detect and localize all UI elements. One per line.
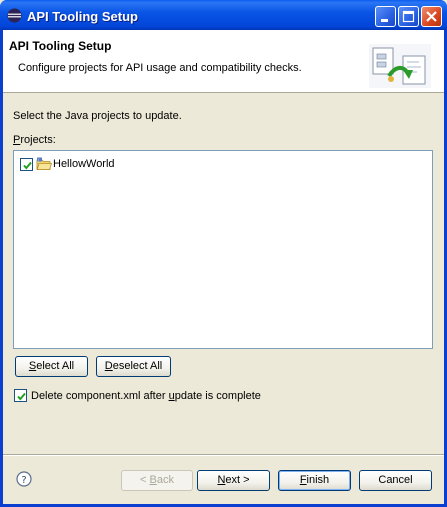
help-icon[interactable]: ? xyxy=(16,471,32,487)
maximize-icon xyxy=(402,10,415,23)
delete-component-label: Delete component.xml after update is com… xyxy=(31,390,261,402)
header-description: Configure projects for API usage and com… xyxy=(18,62,302,74)
eclipse-icon xyxy=(7,8,22,23)
svg-text:?: ? xyxy=(21,475,26,486)
back-mnemonic: B xyxy=(149,474,157,486)
delete-label-start: Delete component.xml after xyxy=(31,389,169,402)
dialog-window: API Tooling Setup API Tooling Setup Conf… xyxy=(0,0,447,507)
finish-button[interactable]: Finish xyxy=(278,470,351,491)
dialog-body: API Tooling Setup Configure projects for… xyxy=(3,30,444,504)
finish-mnemonic: F xyxy=(299,474,307,486)
finish-label: inish xyxy=(306,474,330,486)
projects-list[interactable]: J HellowWorld xyxy=(13,150,433,349)
projects-label-text: rojects: xyxy=(20,134,56,146)
java-project-folder-icon: J xyxy=(37,157,52,170)
project-name: HellowWorld xyxy=(53,158,115,170)
minimize-button[interactable] xyxy=(375,6,396,27)
list-item[interactable]: J HellowWorld xyxy=(20,157,115,171)
minimize-icon xyxy=(381,19,388,22)
select-all-button[interactable]: Select All xyxy=(15,356,88,377)
wizard-header: API Tooling Setup Configure projects for… xyxy=(3,30,444,93)
back-prefix: < xyxy=(140,474,150,486)
instructions-text: Select the Java projects to update. xyxy=(13,110,182,122)
project-checkbox[interactable] xyxy=(20,157,33,171)
window-title: API Tooling Setup xyxy=(27,9,138,24)
header-title: API Tooling Setup xyxy=(9,39,112,53)
close-icon xyxy=(426,11,437,22)
cancel-button[interactable]: Cancel xyxy=(359,470,432,491)
next-label: ext > xyxy=(225,474,250,486)
svg-text:J: J xyxy=(37,158,39,162)
select-all-label: elect All xyxy=(36,360,75,372)
next-button[interactable]: Next > xyxy=(197,470,270,491)
back-label: ack xyxy=(156,474,174,486)
deselect-all-mnemonic: D xyxy=(104,360,113,372)
title-bar[interactable]: API Tooling Setup xyxy=(0,0,447,30)
close-button[interactable] xyxy=(421,6,442,27)
back-button[interactable]: < Back xyxy=(121,470,193,491)
footer-separator xyxy=(3,454,444,456)
deselect-all-label: eselect All xyxy=(112,360,163,372)
cancel-label: Cancel xyxy=(378,474,413,486)
checkmark-icon xyxy=(17,392,26,401)
maximize-button[interactable] xyxy=(398,6,419,27)
checkmark-icon xyxy=(23,161,32,170)
delete-component-option[interactable]: Delete component.xml after update is com… xyxy=(14,389,261,402)
delete-component-checkbox[interactable] xyxy=(14,389,27,402)
delete-label-end: pdate is complete xyxy=(174,389,261,402)
deselect-all-button[interactable]: Deselect All xyxy=(96,356,171,377)
projects-label: Projects: xyxy=(13,134,56,146)
api-tooling-wizard-icon xyxy=(369,44,431,88)
